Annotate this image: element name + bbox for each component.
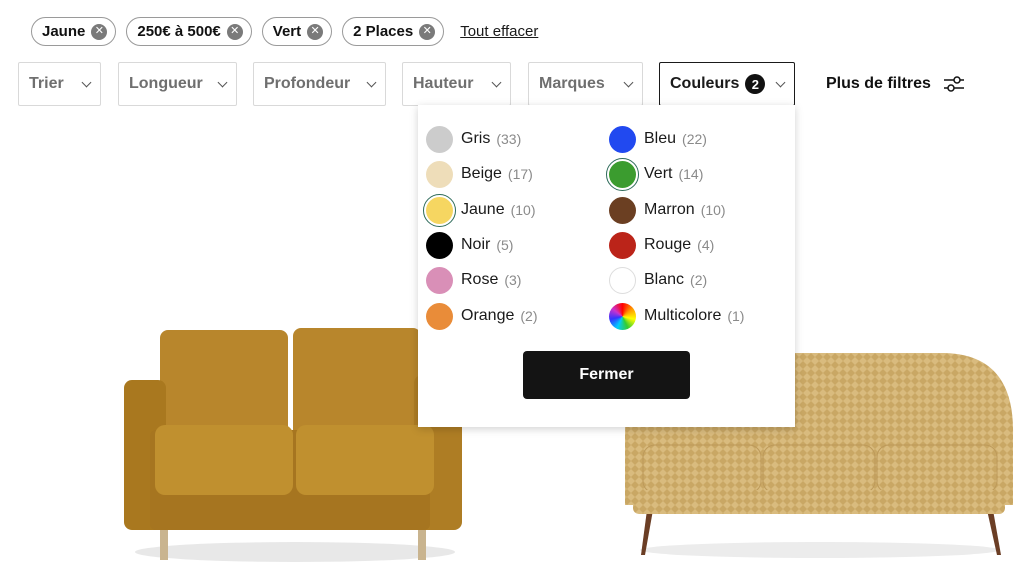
color-name: Jaune [461,201,505,218]
rouge-swatch [609,231,636,259]
height-label: Hauteur [413,75,474,92]
depth-dropdown[interactable]: Profondeur [253,62,386,106]
chevron-down-icon [491,77,502,87]
color-option-rouge[interactable]: Rouge (4) [609,230,714,260]
jaune-swatch [423,193,456,227]
color-option-noir[interactable]: Noir (5) [426,230,513,260]
color-count: (10) [510,202,536,218]
remove-icon[interactable]: ✕ [91,23,108,40]
marron-swatch [609,196,636,224]
color-count: (2) [690,272,708,288]
colors-dropdown[interactable]: Couleurs 2 [659,62,795,106]
color-count: (17) [507,166,533,182]
color-count: (14) [678,166,704,182]
color-option-marron[interactable]: Marron (10) [609,195,726,225]
colors-dropdown-panel: Gris (33) Bleu (22) Beige (17) Vert (14)… [418,105,795,427]
color-option-beige[interactable]: Beige (17) [426,159,533,189]
clear-all-link[interactable]: Tout effacer [460,23,538,40]
color-option-blanc[interactable]: Blanc (2) [609,265,707,295]
color-count: (2) [520,308,538,324]
chip-label: 250€ à 500€ [137,23,221,40]
color-name: Rose [461,271,499,288]
color-name: Orange [461,307,515,324]
active-filters: Jaune ✕ 250€ à 500€ ✕ Vert ✕ 2 Places ✕ … [31,17,538,46]
sliders-icon [943,76,964,92]
chip-label: 2 Places [353,23,414,40]
color-name: Multicolore [644,307,722,324]
color-count: (4) [697,237,715,253]
color-option-rose[interactable]: Rose (3) [426,265,521,295]
color-name: Rouge [644,236,692,253]
multicolore-swatch [609,302,636,330]
color-name: Bleu [644,130,677,147]
color-name: Vert [644,165,673,182]
color-count: (10) [700,202,726,218]
bleu-swatch [609,125,636,153]
close-button[interactable]: Fermer [523,351,690,399]
sort-dropdown[interactable]: Trier [18,62,101,106]
remove-icon[interactable]: ✕ [307,23,324,40]
color-name: Beige [461,165,502,182]
colors-count-badge: 2 [745,74,766,94]
color-count: (22) [682,131,707,147]
depth-label: Profondeur [264,75,351,92]
brands-dropdown[interactable]: Marques [528,62,643,106]
brands-label: Marques [539,75,605,92]
color-name: Gris [461,130,491,147]
blanc-swatch [609,266,636,294]
color-option-vert[interactable]: Vert (14) [606,157,704,191]
beige-swatch [426,160,453,188]
color-count: (1) [727,308,745,324]
color-name: Noir [461,236,491,253]
more-filters-label: Plus de filtres [826,75,931,92]
chevron-down-icon [81,77,92,87]
filter-chip-places[interactable]: 2 Places ✕ [342,17,445,46]
colors-label: Couleurs [670,75,740,92]
more-filters-button[interactable]: Plus de filtres [826,62,965,106]
color-option-jaune[interactable]: Jaune (10) [423,193,536,227]
filter-chip-price[interactable]: 250€ à 500€ ✕ [126,17,252,46]
orange-swatch [426,302,453,330]
color-count: (5) [496,237,514,253]
color-name: Blanc [644,271,685,288]
length-dropdown[interactable]: Longueur [118,62,237,106]
vert-swatch [606,157,639,191]
color-name: Marron [644,201,695,218]
remove-icon[interactable]: ✕ [419,23,436,40]
color-option-multicolore[interactable]: Multicolore (1) [609,301,744,331]
filter-chip-jaune[interactable]: Jaune ✕ [31,17,117,46]
chevron-down-icon [366,77,377,87]
chip-label: Jaune [42,23,86,40]
height-dropdown[interactable]: Hauteur [402,62,511,106]
color-count: (3) [504,272,522,288]
color-option-gris[interactable]: Gris (33) [426,124,521,154]
color-count: (33) [496,131,522,147]
color-option-bleu[interactable]: Bleu (22) [609,124,707,154]
rose-swatch [426,266,453,294]
colors-label-group: Couleurs 2 [670,74,766,94]
remove-icon[interactable]: ✕ [226,23,243,40]
chevron-down-icon [217,77,228,87]
filter-chip-vert[interactable]: Vert ✕ [261,17,333,46]
length-label: Longueur [129,75,203,92]
chevron-up-icon [775,77,786,87]
sort-label: Trier [29,75,64,92]
chevron-down-icon [623,77,634,87]
color-option-orange[interactable]: Orange (2) [426,301,538,331]
gris-swatch [426,125,453,153]
chip-label: Vert [272,23,302,40]
noir-swatch [426,231,453,259]
